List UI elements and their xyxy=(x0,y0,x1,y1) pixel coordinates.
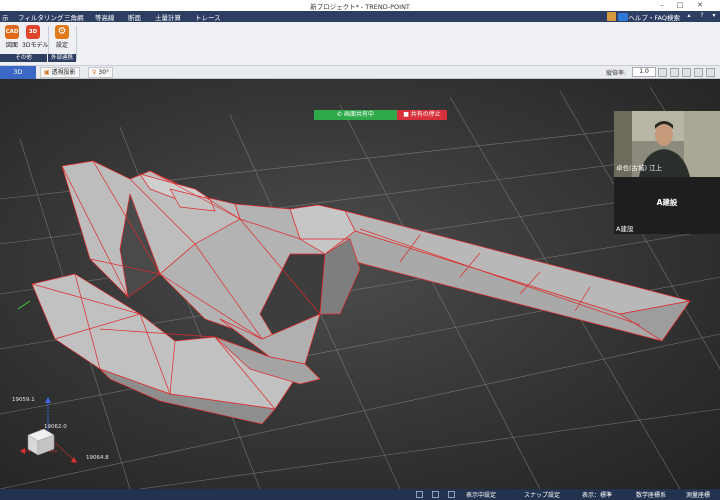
tab-3d[interactable]: 3D xyxy=(0,66,36,79)
help-icon[interactable] xyxy=(618,13,628,21)
display-mode-item[interactable]: 表示：標準 xyxy=(582,490,612,499)
axis-x-value: 19064.8 xyxy=(86,455,109,461)
stop-sharing-button[interactable]: ■ 共有の停止 xyxy=(397,110,447,120)
math-coordinate-item[interactable]: 数学座標系 xyxy=(636,490,666,499)
menu-item-contour[interactable]: 等高線 xyxy=(95,12,115,22)
title-bar: 新プロジェクト* - TREND-POINT – □ ✕ xyxy=(0,0,720,11)
screen-sharing-label: 画面共有中 xyxy=(343,111,374,118)
camera-icon: ▣ xyxy=(44,69,50,76)
tin-mesh-model xyxy=(31,160,691,425)
info-icon[interactable]: ? xyxy=(697,12,707,21)
3d-viewport[interactable]: ✆ 画面共有中 ■ 共有の停止 卓也(古城) 江上 A建設 A建設 19059.… xyxy=(0,79,720,489)
view-reset-icon[interactable] xyxy=(670,68,679,77)
scale-apply-icon[interactable] xyxy=(658,68,667,77)
vertical-scale-input[interactable]: 1.0 xyxy=(632,67,656,77)
window-title: 新プロジェクト* - TREND-POINT xyxy=(310,3,410,11)
screen-sharing-indicator[interactable]: ✆ 画面共有中 xyxy=(314,110,397,120)
pin-icon: ⚲ xyxy=(92,69,97,76)
participant-name: 卓也(古城) 江上 xyxy=(616,164,663,172)
display-settings-item[interactable]: 表示中設定 xyxy=(466,490,496,499)
options-icon[interactable]: ▾ xyxy=(709,12,719,21)
survey-coordinate-item[interactable]: 測量座標 xyxy=(686,490,710,499)
ribbon-collapse-icon[interactable]: ▴ xyxy=(684,12,694,21)
view-grid-icon[interactable] xyxy=(694,68,703,77)
3d-scene xyxy=(0,86,720,489)
cursor-icon[interactable] xyxy=(416,491,423,498)
vertical-scale-label: 縦倍率: xyxy=(606,70,627,77)
cad-icon: CAD xyxy=(5,25,19,39)
help-search-link[interactable]: ヘルプ・FAQ検索 xyxy=(628,12,680,22)
phone-icon: ✆ xyxy=(337,111,344,118)
ribbon-group-external: 外部連携 xyxy=(48,54,76,62)
snap-settings-item[interactable]: スナップ設定 xyxy=(524,490,560,499)
menu-item-tin[interactable]: 三角網 xyxy=(64,12,84,22)
participant-card-title: A建設 xyxy=(656,198,678,207)
menu-item-section[interactable]: 断面 xyxy=(128,12,141,22)
menu-item-display[interactable]: 示 xyxy=(2,12,9,22)
settings-button-label: 設定 xyxy=(55,42,68,49)
ribbon-divider xyxy=(76,26,77,60)
user-icon[interactable] xyxy=(607,12,616,21)
view-toolbar: 3D ▣ 透視投影 ⚲ 30° 縦倍率: 1.0 xyxy=(0,66,720,79)
axis-y-value: 19062.0 xyxy=(44,424,67,430)
gear-icon: ⚙ xyxy=(55,25,69,39)
3d-icon: 3D xyxy=(26,25,40,39)
close-icon[interactable]: ✕ xyxy=(694,0,706,11)
status-bar: 表示中設定 スナップ設定 表示：標準 数学座標系 測量座標 xyxy=(0,489,720,500)
angle-label: 30° xyxy=(98,69,110,76)
menu-item-trace[interactable]: トレース xyxy=(195,12,221,22)
3d-model-button-label: 3Dモデル xyxy=(22,42,49,49)
view-fit-icon[interactable] xyxy=(682,68,691,77)
minimize-icon[interactable]: – xyxy=(656,0,668,11)
projection-toggle[interactable]: ▣ 透視投影 xyxy=(40,67,80,78)
drawing-button[interactable]: CAD 図面 xyxy=(1,25,23,49)
menu-bar: 示 フィルタリング 三角網 等高線 断面 土量計算 トレース ヘルプ・FAQ検索… xyxy=(0,11,720,22)
ribbon-group-other: その他 xyxy=(0,54,47,62)
menu-item-volume[interactable]: 土量計算 xyxy=(155,12,181,22)
3d-model-button[interactable]: 3D 3Dモデル xyxy=(22,25,49,49)
settings-button[interactable]: ⚙ 設定 xyxy=(51,25,73,49)
stop-sharing-label: 共有の停止 xyxy=(410,111,441,118)
projection-label: 透視投影 xyxy=(51,69,76,76)
lock-icon[interactable] xyxy=(432,491,439,498)
grid-icon[interactable] xyxy=(448,491,455,498)
maximize-icon[interactable]: □ xyxy=(674,0,686,11)
menu-item-filtering[interactable]: フィルタリング xyxy=(18,12,63,22)
stop-icon: ■ xyxy=(403,111,411,118)
axis-z-value: 19059.1 xyxy=(12,397,35,403)
ribbon: CAD 図面 3D 3Dモデル ⚙ 設定 その他 外部連携 xyxy=(0,22,720,66)
participant-card-name: A建設 xyxy=(616,225,634,233)
drawing-button-label: 図面 xyxy=(5,42,18,49)
view-options-icon[interactable] xyxy=(706,68,715,77)
angle-button[interactable]: ⚲ 30° xyxy=(88,67,114,78)
